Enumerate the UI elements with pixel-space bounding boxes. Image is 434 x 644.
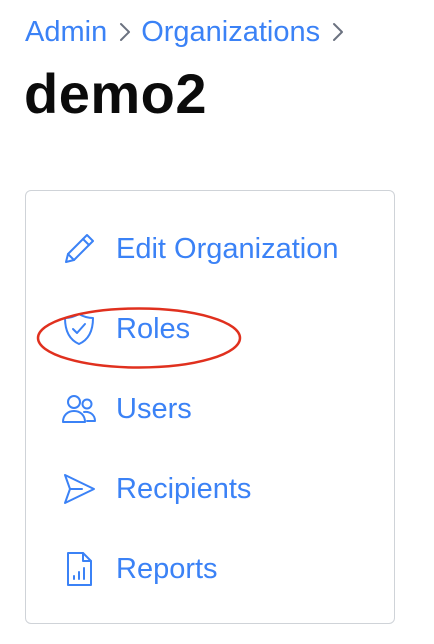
menu-item-edit-organization[interactable]: Edit Organization [60,225,338,273]
menu-item-recipients[interactable]: Recipients [60,465,251,513]
menu-item-users[interactable]: Users [60,385,192,433]
page-title: demo2 [24,62,207,125]
menu-item-label: Users [116,393,192,425]
menu-list: Edit Organization Roles Users Recipients… [26,191,394,623]
menu-item-reports[interactable]: Reports [60,545,218,593]
send-icon [60,470,98,508]
menu-item-label: Recipients [116,473,252,505]
report-file-icon [60,550,98,588]
organization-menu: Edit Organization Roles Users Recipients… [25,190,395,624]
chevron-right-icon [119,22,131,42]
breadcrumb-link-organizations[interactable]: Organizations [141,12,320,52]
shield-check-icon [60,310,98,348]
menu-item-label: Reports [116,553,218,585]
menu-item-roles[interactable]: Roles [60,305,190,353]
breadcrumb: Admin Organizations [25,12,354,52]
menu-item-label: Edit Organization [116,233,339,265]
breadcrumb-link-admin[interactable]: Admin [25,12,107,52]
users-icon [60,390,98,428]
chevron-right-icon [332,22,344,42]
pencil-icon [60,230,98,268]
page: Admin Organizations demo2 Edit Organizat… [0,0,434,644]
menu-item-label: Roles [116,313,191,345]
